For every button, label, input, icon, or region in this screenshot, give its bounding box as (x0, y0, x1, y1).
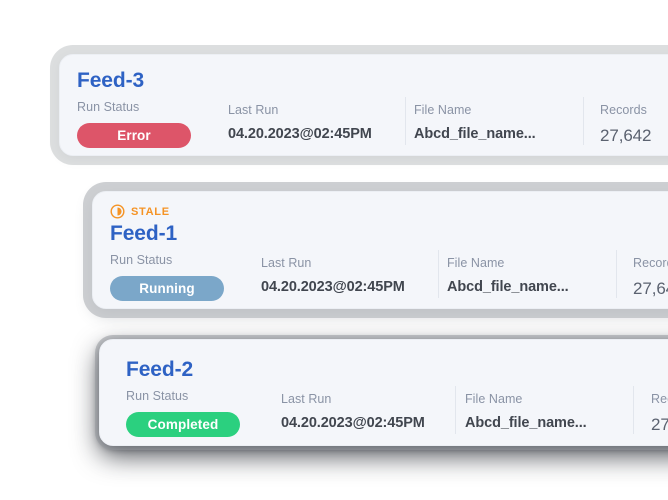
column-last-run: Last Run 04.20.2023@02:45PM (281, 392, 425, 431)
column-header-run-status: Run Status (126, 389, 189, 403)
column-run-status: Run Status Running (110, 253, 224, 301)
feed-card-feed-1[interactable]: STALE Feed-1 Run Status Running Last Run… (92, 191, 668, 309)
column-records: Records 27,642 (600, 103, 652, 146)
column-run-status: Run Status Error (77, 100, 191, 148)
column-divider (616, 250, 617, 298)
last-run-value: 04.20.2023@02:45PM (281, 415, 425, 431)
column-file-name: File Name Abcd_file_name... (414, 103, 536, 142)
column-header-file-name: File Name (465, 392, 523, 406)
file-name-value: Abcd_file_name... (414, 126, 536, 142)
stale-clock-icon (110, 204, 125, 219)
column-header-records: Records (651, 392, 668, 406)
column-header-last-run: Last Run (228, 103, 279, 117)
column-file-name: File Name Abcd_file_name... (447, 256, 569, 295)
records-value: 27,642 (600, 126, 652, 145)
column-header-run-status: Run Status (77, 100, 140, 114)
stale-label: STALE (131, 205, 170, 218)
feed-card-body: STALE Feed-1 Run Status Running Last Run… (93, 192, 668, 308)
column-header-last-run: Last Run (261, 256, 312, 270)
feed-card-body: Feed-3 Run Status Error Last Run 04.20.2… (60, 55, 668, 155)
column-header-file-name: File Name (414, 103, 472, 117)
stale-badge: STALE (110, 204, 170, 219)
column-divider (405, 97, 406, 145)
column-last-run: Last Run 04.20.2023@02:45PM (261, 256, 405, 295)
column-header-last-run: Last Run (281, 392, 332, 406)
column-divider (583, 97, 584, 145)
last-run-value: 04.20.2023@02:45PM (261, 279, 405, 295)
status-badge[interactable]: Completed (126, 412, 240, 437)
records-value: 27 (651, 415, 668, 434)
column-records: Records 27,64 (633, 256, 668, 299)
status-badge[interactable]: Error (77, 123, 191, 148)
column-divider (438, 250, 439, 298)
file-name-value: Abcd_file_name... (465, 415, 587, 431)
feed-title: Feed-2 (126, 358, 194, 381)
column-header-run-status: Run Status (110, 253, 173, 267)
column-file-name: File Name Abcd_file_name... (465, 392, 587, 431)
column-divider (455, 386, 456, 434)
records-value: 27,64 (633, 279, 668, 298)
feed-title: Feed-1 (110, 222, 178, 245)
column-header-records: Records (600, 103, 647, 117)
feed-card-feed-2[interactable]: Feed-2 Run Status Completed Last Run 04.… (99, 339, 668, 446)
column-divider (633, 386, 634, 434)
feed-card-body: Feed-2 Run Status Completed Last Run 04.… (100, 340, 668, 445)
column-last-run: Last Run 04.20.2023@02:45PM (228, 103, 372, 142)
column-run-status: Run Status Completed (126, 389, 240, 437)
feed-card-feed-3[interactable]: Feed-3 Run Status Error Last Run 04.20.2… (59, 54, 668, 156)
file-name-value: Abcd_file_name... (447, 279, 569, 295)
last-run-value: 04.20.2023@02:45PM (228, 126, 372, 142)
column-records: Records 27 (651, 392, 668, 435)
feed-title: Feed-3 (77, 69, 145, 92)
status-badge[interactable]: Running (110, 276, 224, 301)
feed-cards-stage: Feed-3 Run Status Error Last Run 04.20.2… (0, 0, 668, 500)
column-header-records: Records (633, 256, 668, 270)
column-header-file-name: File Name (447, 256, 505, 270)
